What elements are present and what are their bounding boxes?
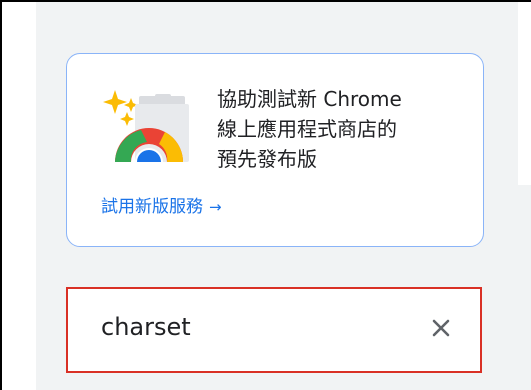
sidebar-bottom	[36, 373, 518, 390]
chrome-web-store-sparkle-icon	[101, 88, 195, 176]
scrollbar-track[interactable]	[518, 185, 531, 390]
extension-search-input[interactable]: charset	[66, 287, 482, 373]
search-input-value[interactable]: charset	[101, 313, 191, 341]
try-new-store-link[interactable]: 試用新版服務 →	[101, 192, 222, 217]
arrow-right-icon: →	[209, 198, 222, 216]
try-new-store-link-label: 試用新版服務	[101, 197, 203, 217]
promo-card: 協助測試新 Chrome 線上應用程式商店的 預先發布版 試用新版服務 →	[66, 53, 484, 247]
promo-message: 協助測試新 Chrome 線上應用程式商店的 預先發布版	[217, 87, 402, 171]
close-icon	[432, 319, 450, 337]
clear-search-button[interactable]	[428, 315, 454, 341]
